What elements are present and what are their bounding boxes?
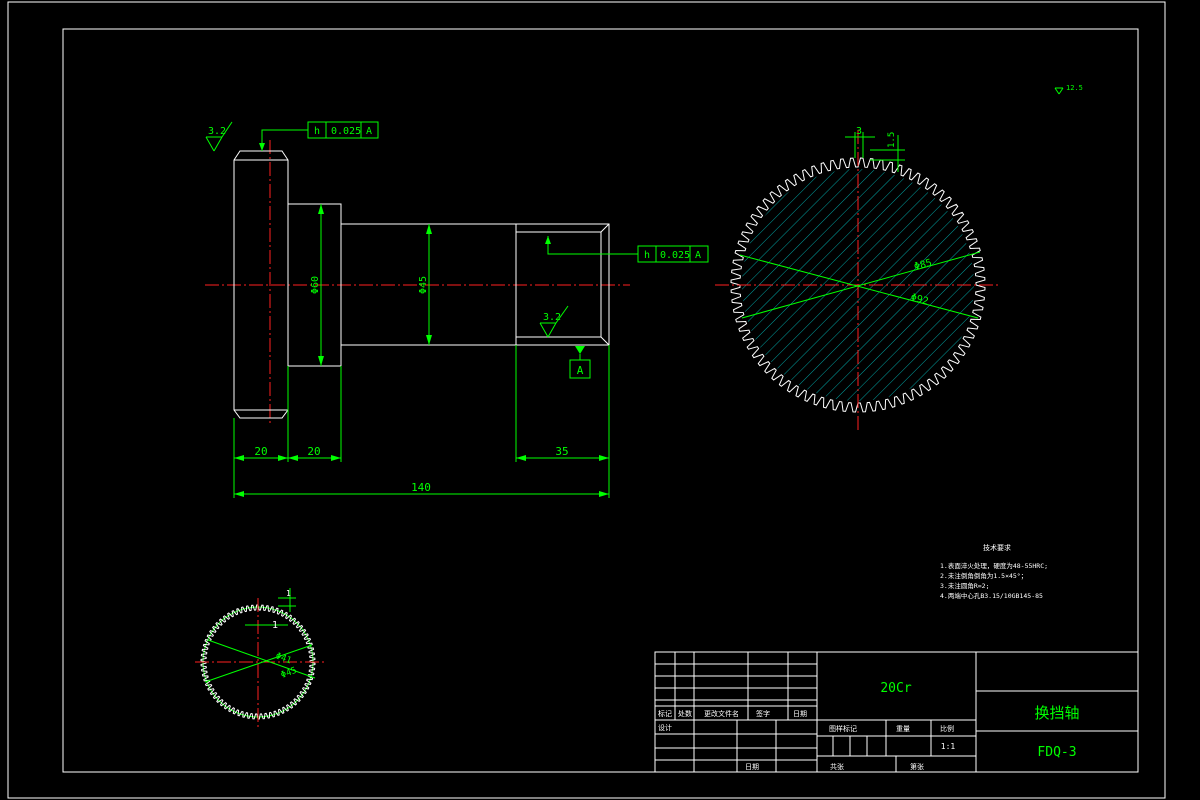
svg-text:第张: 第张 [910, 762, 924, 771]
svg-text:A: A [695, 250, 701, 261]
note-line-2: 2.未注倒角倒角为1.5×45°； [940, 571, 1027, 580]
svg-text:图样标记: 图样标记 [829, 724, 857, 733]
dim-text-20a: 20 [254, 445, 267, 458]
spline-dia41-leader [207, 639, 316, 679]
title-block: 标记 处数 更改文件名 签字 日期 设计 日期 20Cr 图样标记 重量 比例 … [654, 651, 1139, 773]
datum-symbol: A [569, 346, 591, 379]
dim-text-35: 35 [555, 445, 568, 458]
svg-text:重量: 重量 [896, 725, 910, 733]
spline-dia45-text: Φ45 [280, 666, 299, 681]
spline-section-view: Φ41 Φ45 1 1 [195, 588, 325, 728]
inner-frame [62, 28, 1139, 773]
svg-text:3.2: 3.2 [543, 312, 561, 323]
spline-dim-1b: 1 [286, 589, 291, 598]
svg-text:签字: 签字 [756, 709, 770, 718]
technical-notes: 技术要求 1.表面淬火处理，硬度为48-55HRC; 2.未注倒角倒角为1.5×… [940, 543, 1048, 600]
cad-drawing: Φ60 Φ45 20 20 35 140 3.2 h 0.025 A h 0.0… [7, 1, 1166, 799]
tolerance-frame-mid: h 0.025 A [545, 236, 709, 263]
svg-text:h: h [314, 126, 320, 137]
tolerance-frame-top: h 0.025 A [259, 121, 379, 151]
svg-text:12.5: 12.5 [1066, 84, 1083, 92]
outer-frame [7, 1, 1166, 799]
svg-text:设计: 设计 [658, 723, 672, 732]
other-roughness-note: 12.5 [1054, 84, 1083, 95]
roughness-symbol-bottom: 3.2 [539, 305, 569, 338]
svg-text:标记: 标记 [658, 709, 672, 718]
svg-text:A: A [577, 364, 584, 377]
svg-text:处数: 处数 [678, 709, 692, 718]
dim-text-dia45: Φ45 [418, 276, 429, 294]
gear-section-view: Φ85 Φ92 3 1.5 [715, 126, 1000, 430]
svg-text:3.2: 3.2 [208, 126, 226, 137]
spline-dim-1: 1 [272, 620, 278, 631]
svg-text:比例: 比例 [940, 724, 954, 733]
note-line-3: 3.未注圆角R=2; [940, 581, 989, 590]
notes-title: 技术要求 [983, 543, 1011, 552]
part-name: 换挡轴 [1034, 704, 1079, 722]
dim-text-140: 140 [411, 481, 431, 494]
svg-text:h: h [644, 250, 650, 261]
gear-dim-3: 3 [856, 126, 862, 137]
shaft-view: Φ60 Φ45 20 20 35 140 3.2 h 0.025 A h 0.0… [205, 121, 709, 498]
svg-text:更改文件名: 更改文件名 [704, 709, 739, 718]
roughness-symbol-top: 3.2 [205, 121, 233, 152]
svg-text:共张: 共张 [830, 762, 844, 771]
svg-text:0.025: 0.025 [331, 126, 361, 137]
drawing-number: FDQ-3 [1037, 745, 1076, 760]
svg-text:日期: 日期 [745, 763, 759, 771]
dim-text-dia60: Φ60 [310, 276, 321, 294]
svg-text:日期: 日期 [793, 710, 807, 718]
svg-text:A: A [366, 126, 372, 137]
note-line-1: 1.表面淬火处理，硬度为48-55HRC; [940, 561, 1048, 570]
svg-text:0.025: 0.025 [660, 250, 690, 261]
scale-text: 1:1 [941, 742, 956, 751]
dim-text-20b: 20 [307, 445, 320, 458]
gear-dim-15: 1.5 [887, 132, 897, 148]
material-text: 20Cr [880, 681, 911, 696]
note-line-4: 4.两端中心孔B3.15/10GB145-85 [940, 591, 1043, 600]
